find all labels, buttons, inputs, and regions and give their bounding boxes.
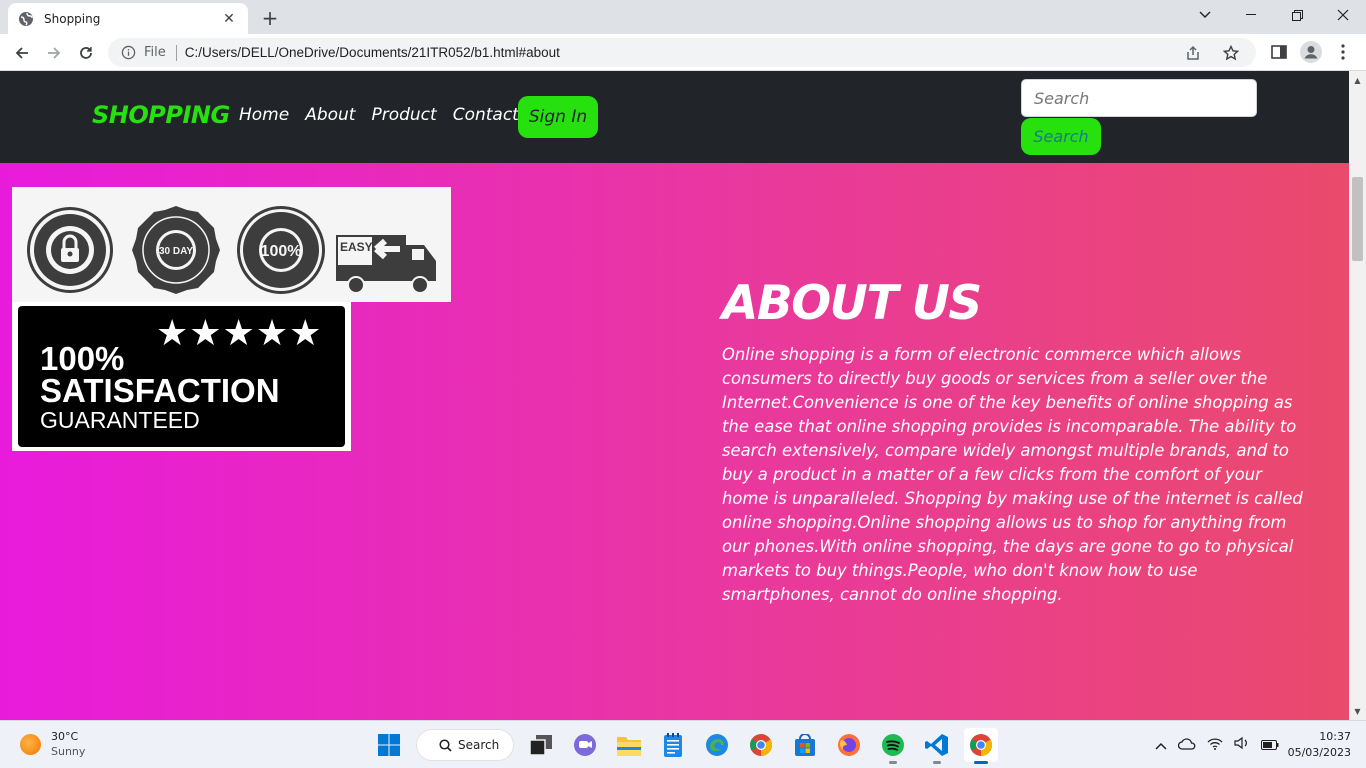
scroll-up-arrow-icon[interactable]: ▲ — [1349, 73, 1366, 87]
svg-text:100%: 100% — [261, 243, 302, 260]
guarantee-line-3: GUARANTEED — [40, 407, 200, 433]
volume-icon[interactable] — [1234, 735, 1250, 754]
microsoft-store-icon[interactable] — [788, 728, 822, 762]
onedrive-cloud-icon[interactable] — [1177, 735, 1196, 754]
reload-button[interactable] — [72, 39, 100, 67]
nav-link-contact[interactable]: Contact — [453, 105, 519, 125]
tab-title: Shopping — [44, 11, 101, 26]
minimize-icon — [1246, 14, 1256, 15]
scheme-label: File — [144, 45, 166, 60]
page-scrollbar[interactable]: ▲ ▼ — [1349, 71, 1366, 720]
satisfaction-badge: 100% — [237, 206, 325, 294]
taskbar-apps: Search — [372, 727, 998, 764]
easy-returns-truck-badge: EASY — [336, 235, 436, 294]
back-arrow-icon — [15, 47, 28, 59]
info-icon[interactable] — [120, 45, 136, 61]
taskbar-search-label: Search — [458, 738, 500, 752]
svg-text:30 DAY: 30 DAY — [159, 246, 193, 257]
browser-tabstrip: Shopping ✕ + — [0, 0, 1366, 34]
weather-temp: 30°C — [51, 730, 79, 743]
start-button[interactable] — [372, 728, 406, 762]
windows-taskbar: 30°C Sunny Search 10:37 05/03/2023 — [0, 720, 1366, 768]
search-icon — [439, 738, 452, 752]
site-search-button[interactable]: Search — [1021, 118, 1101, 155]
restore-button[interactable] — [1274, 0, 1320, 30]
site-search-input[interactable] — [1021, 79, 1257, 117]
weather-widget[interactable]: 30°C Sunny — [20, 730, 85, 758]
battery-icon[interactable] — [1261, 735, 1279, 754]
chevron-up-icon[interactable] — [1155, 735, 1167, 754]
clock-date: 05/03/2023 — [1287, 746, 1351, 759]
trust-badges-image: 30 DAY 100% EASY — [12, 187, 451, 302]
restore-icon — [1291, 9, 1303, 21]
bookmark-star-icon[interactable] — [1220, 42, 1242, 64]
site-brand[interactable]: SHOPPING — [92, 101, 230, 129]
about-heading: ABOUT US — [722, 276, 982, 331]
nav-link-about[interactable]: About — [305, 105, 355, 125]
secure-ordering-badge — [27, 207, 113, 293]
nav-link-product[interactable]: Product — [371, 105, 436, 125]
tab-search-button[interactable] — [1182, 0, 1228, 30]
clock-time: 10:37 — [1319, 730, 1351, 743]
system-tray — [1155, 735, 1279, 754]
nav-links: Home About Product Contact — [239, 105, 519, 125]
guarantee-line-2: SATISFACTION — [40, 372, 280, 409]
reload-icon — [80, 47, 92, 59]
weather-desc: Sunny — [51, 745, 86, 758]
firefox-icon[interactable] — [832, 728, 866, 762]
url-text[interactable]: C:/Users/DELL/OneDrive/Documents/21ITR05… — [185, 45, 560, 60]
taskbar-search[interactable]: Search — [416, 729, 514, 761]
page-viewport: SHOPPING Home About Product Contact Sign… — [0, 71, 1349, 720]
chrome-active-icon[interactable] — [964, 728, 998, 764]
file-explorer-icon[interactable] — [612, 728, 646, 762]
vscode-icon[interactable] — [920, 728, 954, 764]
scroll-down-arrow-icon[interactable]: ▼ — [1349, 704, 1366, 718]
scrollbar-thumb[interactable] — [1352, 177, 1363, 261]
side-panel-icon[interactable] — [1268, 41, 1290, 63]
sign-in-button[interactable]: Sign In — [518, 96, 598, 138]
site-navbar: SHOPPING Home About Product Contact Sign… — [0, 71, 1349, 163]
teams-chat-icon[interactable] — [568, 728, 602, 762]
chrome-icon[interactable] — [744, 728, 778, 762]
chevron-down-icon — [1199, 11, 1211, 18]
share-icon[interactable] — [1182, 42, 1204, 64]
back-button[interactable] — [8, 39, 36, 67]
windows-logo-icon — [378, 734, 400, 756]
sun-icon — [20, 733, 41, 755]
svg-text:EASY: EASY — [340, 240, 373, 254]
close-window-button[interactable] — [1320, 0, 1366, 30]
about-paragraph: Online shopping is a form of electronic … — [722, 345, 1303, 604]
divider — [175, 44, 177, 61]
notepad-icon[interactable] — [656, 728, 690, 762]
forward-button[interactable] — [40, 39, 68, 67]
browser-tab[interactable]: Shopping ✕ — [8, 3, 248, 34]
wifi-icon[interactable] — [1207, 735, 1223, 754]
new-tab-button[interactable]: + — [258, 6, 282, 30]
five-stars: ★★★★★ — [156, 313, 323, 354]
close-icon[interactable]: ✕ — [220, 10, 238, 28]
minimize-button[interactable] — [1228, 0, 1274, 30]
money-back-badge: 30 DAY — [132, 206, 220, 294]
profile-avatar-icon[interactable] — [1300, 41, 1322, 63]
system-clock[interactable]: 10:37 05/03/2023 — [1288, 729, 1351, 761]
nav-link-home[interactable]: Home — [239, 105, 289, 125]
edge-browser-icon[interactable] — [700, 728, 734, 762]
satisfaction-guarantee-image: ★★★★★ 100% SATISFACTION GUARANTEED — [12, 302, 351, 451]
spotify-icon[interactable] — [876, 728, 910, 764]
menu-kebab-icon[interactable] — [1332, 41, 1354, 63]
forward-arrow-icon — [48, 47, 61, 59]
address-bar[interactable]: File C:/Users/DELL/OneDrive/Documents/21… — [108, 38, 1256, 67]
task-view-icon[interactable] — [524, 728, 558, 762]
close-window-icon — [1337, 9, 1349, 21]
browser-toolbar: File C:/Users/DELL/OneDrive/Documents/21… — [0, 34, 1366, 71]
globe-icon — [18, 11, 34, 27]
